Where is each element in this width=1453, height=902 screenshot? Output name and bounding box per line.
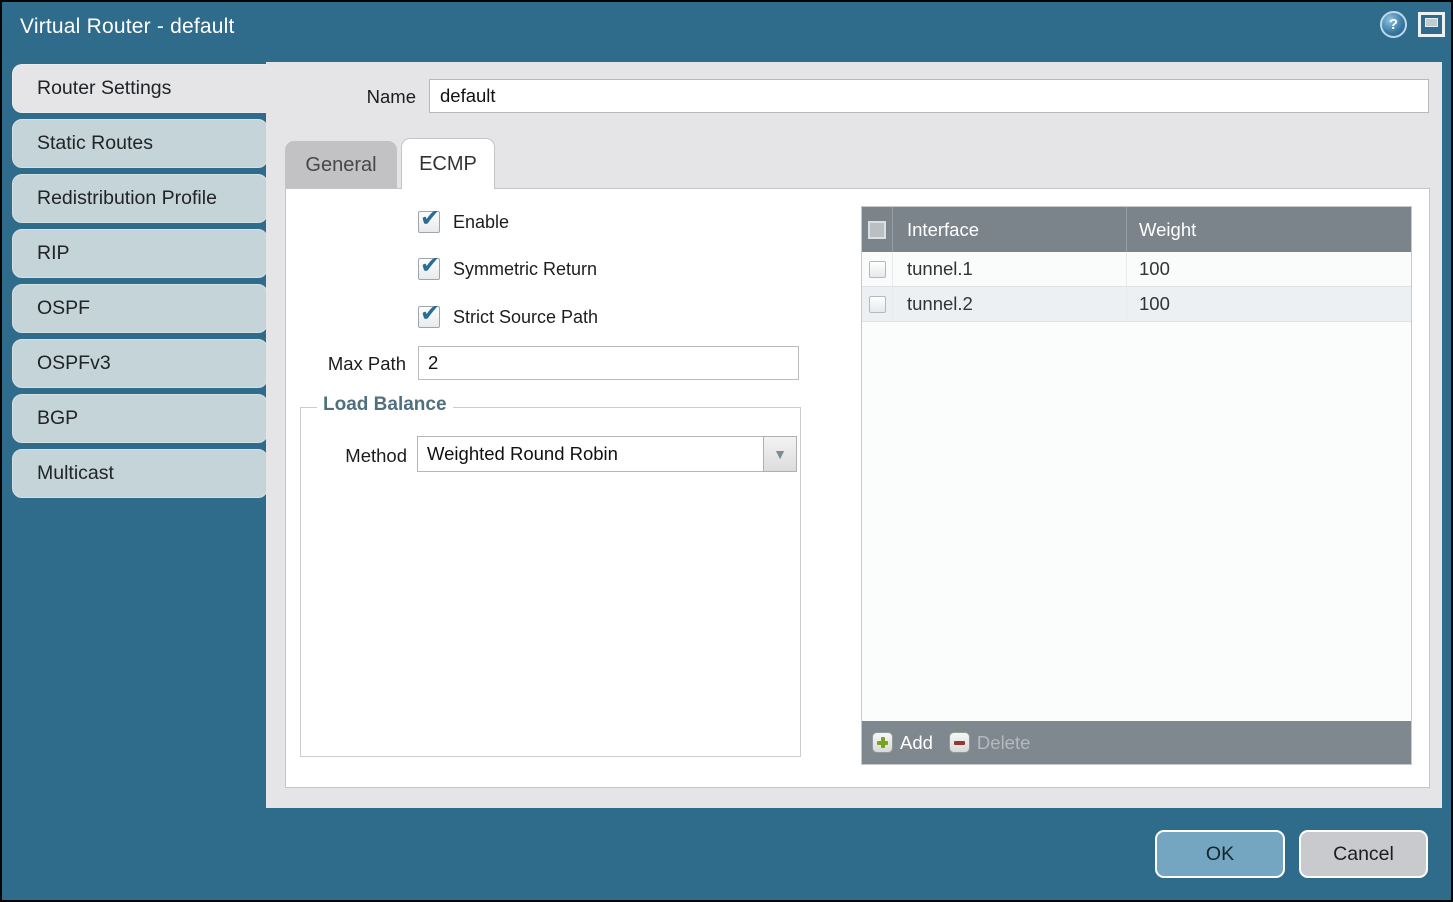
table-row[interactable]: tunnel.2 100 [862,287,1411,322]
select-all-checkbox[interactable] [868,221,886,239]
weight-column-header: Weight [1127,207,1411,252]
sidebar-item-bgp[interactable]: BGP [12,394,268,443]
ecmp-tab-panel: ✔ Enable ✔ Symmetric Return ✔ Strict Sou… [285,188,1430,788]
help-icon[interactable]: ? [1380,11,1407,38]
enable-label: Enable [453,212,509,233]
virtual-router-dialog: Virtual Router - default ? Router Settin… [0,0,1453,902]
interface-column-header: Interface [893,207,1127,252]
load-balance-legend: Load Balance [317,394,453,416]
method-dropdown[interactable]: Weighted Round Robin [417,436,764,472]
checkmark-icon: ✔ [420,299,440,328]
table-empty-area [862,322,1411,721]
sidebar-item-ospf[interactable]: OSPF [12,284,268,333]
checkmark-icon: ✔ [420,204,440,233]
ok-button[interactable]: OK [1155,830,1285,878]
symmetric-return-label: Symmetric Return [453,259,597,280]
strict-source-path-checkbox-row[interactable]: ✔ Strict Source Path [418,306,598,328]
row-checkbox[interactable] [869,296,886,313]
window-restore-glyph [1425,18,1438,27]
sidebar-item-redistribution-profile[interactable]: Redistribution Profile [12,174,268,223]
enable-checkbox-row[interactable]: ✔ Enable [418,211,509,233]
dialog-title: Virtual Router - default [20,15,235,39]
method-dropdown-button[interactable]: ▼ [763,436,797,472]
plus-icon [872,732,893,753]
select-all-cell [862,207,893,252]
cancel-button[interactable]: Cancel [1299,830,1428,878]
weight-cell: 100 [1127,287,1411,321]
weight-cell: 100 [1127,252,1411,286]
enable-checkbox[interactable]: ✔ [418,211,440,233]
table-header: Interface Weight [862,207,1411,252]
strict-source-path-label: Strict Source Path [453,307,598,328]
sidebar-item-rip[interactable]: RIP [12,229,268,278]
add-button[interactable]: Add [872,732,933,754]
max-path-label: Max Path [286,353,406,375]
sidebar-item-ospfv3[interactable]: OSPFv3 [12,339,268,388]
sidebar-item-router-settings[interactable]: Router Settings [12,64,270,113]
tab-ecmp[interactable]: ECMP [401,138,495,189]
row-checkbox[interactable] [869,261,886,278]
sidebar-item-multicast[interactable]: Multicast [12,449,268,498]
help-glyph: ? [1389,16,1398,33]
method-value: Weighted Round Robin [427,443,618,465]
table-row[interactable]: tunnel.1 100 [862,252,1411,287]
name-label: Name [266,86,416,108]
name-input[interactable] [429,79,1429,113]
interface-cell: tunnel.1 [893,252,1127,286]
sidebar-item-static-routes[interactable]: Static Routes [12,119,268,168]
tab-general[interactable]: General [285,141,397,189]
window-restore-icon[interactable] [1418,12,1445,37]
sidebar: Router Settings Static Routes Redistribu… [12,64,268,504]
symmetric-return-checkbox[interactable]: ✔ [418,258,440,280]
chevron-down-icon: ▼ [773,446,787,462]
method-label: Method [301,445,407,467]
strict-source-path-checkbox[interactable]: ✔ [418,306,440,328]
interface-cell: tunnel.2 [893,287,1127,321]
load-balance-group: Load Balance Method Weighted Round Robin… [300,407,801,757]
max-path-input[interactable] [418,346,799,380]
symmetric-return-checkbox-row[interactable]: ✔ Symmetric Return [418,258,597,280]
interface-weight-table: Interface Weight tunnel.1 100 tunnel.2 1… [861,206,1412,765]
table-footer-bar: Add Delete [862,721,1411,764]
content-area: Name General ECMP ✔ Enable ✔ Symmetric R… [266,62,1442,808]
minus-icon [949,732,970,753]
delete-button[interactable]: Delete [949,732,1030,754]
checkmark-icon: ✔ [420,251,440,280]
